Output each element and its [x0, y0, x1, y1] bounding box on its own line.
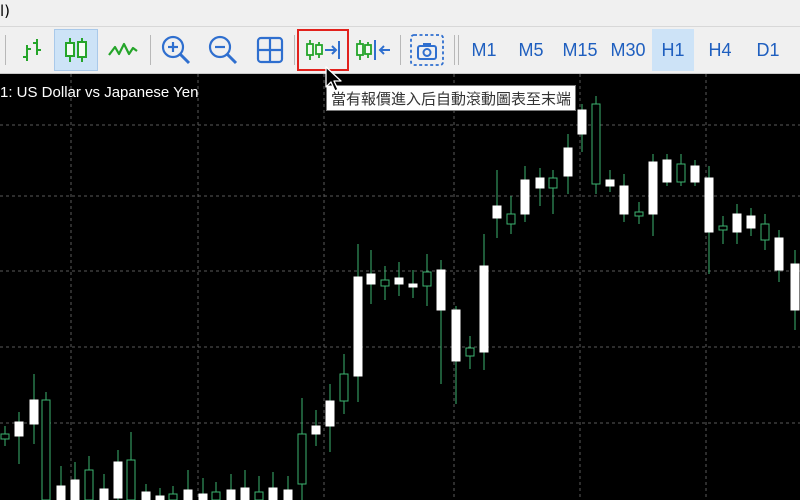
chart-shift-icon — [356, 40, 390, 60]
menu-bar-text: l) — [0, 2, 11, 20]
candle-body — [226, 489, 236, 500]
candle-body — [113, 461, 123, 499]
candlestick-icon — [65, 38, 87, 62]
candle-body — [662, 159, 672, 183]
candle-body — [240, 487, 250, 500]
candle-body — [591, 103, 601, 185]
candle-body — [492, 205, 502, 219]
candle-body — [56, 485, 66, 500]
candle-body — [563, 147, 573, 177]
candlestick-button[interactable] — [54, 29, 98, 71]
tooltip: 當有報價進入后自動滾動圖表至末端 — [326, 85, 577, 111]
candle-body — [311, 425, 321, 435]
auto-scroll-button[interactable] — [297, 29, 349, 71]
timeframe-h4[interactable]: H4 — [698, 29, 742, 71]
candle-body — [268, 487, 278, 500]
auto-scroll-icon — [306, 40, 340, 60]
candle-body — [339, 373, 349, 402]
candle-body — [0, 433, 10, 440]
timeframe-m5[interactable]: M5 — [508, 29, 554, 71]
candle-body — [790, 263, 800, 311]
candle-body — [774, 237, 784, 271]
candle-body — [605, 179, 615, 187]
candle-body — [760, 223, 770, 241]
zoom-in-button[interactable] — [156, 29, 196, 71]
candle-body — [325, 400, 335, 427]
candle-body — [535, 177, 545, 189]
candle-body — [548, 177, 558, 189]
candle-body — [211, 491, 221, 500]
candle-body — [297, 433, 307, 485]
candle-body — [168, 493, 178, 500]
tile-windows-icon — [256, 36, 284, 64]
candle-body — [577, 109, 587, 135]
timeframe-h1[interactable]: H1 — [652, 29, 694, 71]
chart-canvas — [0, 74, 800, 500]
candle-body — [99, 488, 109, 500]
candle-body — [506, 213, 516, 225]
candle-body — [648, 161, 658, 215]
zoom-out-icon — [208, 35, 238, 65]
candle-body — [353, 276, 363, 377]
candle-body — [690, 165, 700, 183]
chart-title: 1: US Dollar vs Japanese Yen — [0, 84, 199, 101]
toolbar-separator — [454, 35, 455, 65]
bar-chart-icon — [23, 39, 41, 61]
candle-body — [41, 399, 51, 500]
chart-toolbar: M1 M5 M15 M30 H1 H4 D1 — [0, 27, 800, 74]
candle-body — [366, 273, 376, 285]
candle-body — [70, 479, 80, 500]
price-chart[interactable]: 1: US Dollar vs Japanese Yen — [0, 74, 800, 500]
tile-windows-button[interactable] — [250, 29, 290, 71]
candle-body — [141, 491, 151, 500]
toolbar-separator — [5, 35, 6, 65]
candle-body — [451, 309, 461, 362]
candle-body — [155, 495, 165, 500]
toolbar-separator — [294, 35, 295, 65]
menu-bar: l) — [0, 0, 800, 27]
screenshot-icon — [410, 34, 444, 66]
candle-body — [619, 185, 629, 215]
line-chart-button[interactable] — [102, 29, 144, 71]
candle-body — [465, 347, 475, 357]
toolbar-separator — [400, 35, 401, 65]
candle-body — [746, 215, 756, 229]
chart-shift-button[interactable] — [352, 29, 396, 71]
candle-body — [254, 491, 264, 500]
candle-body — [676, 163, 686, 183]
toolbar-separator — [150, 35, 151, 65]
screenshot-button[interactable] — [405, 29, 449, 71]
timeframe-m1[interactable]: M1 — [462, 29, 506, 71]
candle-body — [380, 279, 390, 287]
timeframe-m15[interactable]: M15 — [556, 29, 604, 71]
bar-chart-button[interactable] — [12, 29, 52, 71]
candle-body — [520, 179, 530, 215]
candle-body — [198, 493, 208, 500]
candle-body — [408, 283, 418, 288]
candle-body — [29, 399, 39, 425]
zoom-in-icon — [161, 35, 191, 65]
candle-body — [436, 269, 446, 311]
candle-body — [14, 421, 24, 437]
candle-body — [183, 489, 193, 500]
candle-body — [718, 225, 728, 231]
candle-body — [126, 459, 136, 500]
timeframe-m30[interactable]: M30 — [606, 29, 650, 71]
candle-body — [394, 277, 404, 285]
candle-body — [704, 177, 714, 233]
line-chart-icon — [108, 42, 138, 56]
toolbar-separator — [458, 35, 459, 65]
candle-body — [732, 213, 742, 233]
candle-body — [283, 489, 293, 500]
candle-body — [479, 265, 489, 353]
candle-body — [84, 469, 94, 500]
mouse-cursor-icon — [325, 66, 342, 92]
candle-body — [634, 211, 644, 217]
candle-body — [422, 271, 432, 287]
timeframe-d1[interactable]: D1 — [746, 29, 790, 71]
zoom-out-button[interactable] — [202, 29, 244, 71]
